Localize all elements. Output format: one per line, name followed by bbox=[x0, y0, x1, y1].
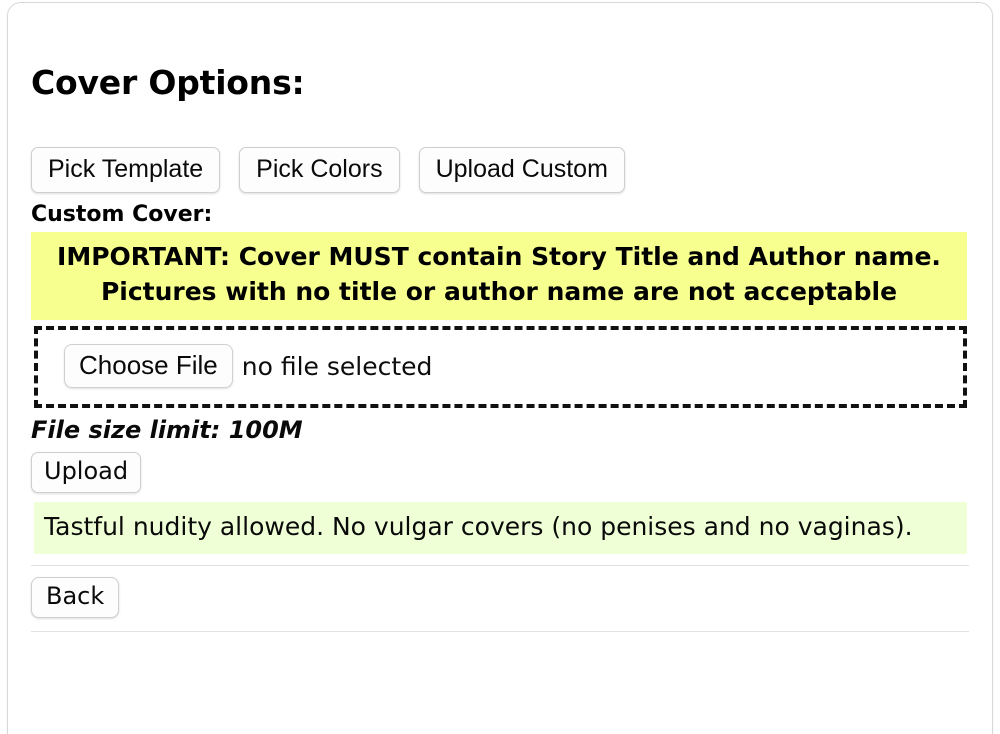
back-action-row: Back bbox=[22, 566, 978, 618]
back-button[interactable]: Back bbox=[31, 577, 120, 618]
file-size-limit-text: File size limit: 100M bbox=[31, 415, 303, 444]
page-title: Cover Options: bbox=[31, 63, 305, 102]
content-policy-notice: Tastful nudity allowed. No vulgar covers… bbox=[34, 502, 967, 555]
pick-template-button[interactable]: Pick Template bbox=[31, 147, 221, 194]
card-content: Cover Options: Pick Template Pick Colors… bbox=[8, 3, 992, 632]
selected-file-status: no file selected bbox=[241, 351, 433, 381]
upload-button[interactable]: Upload bbox=[31, 452, 142, 494]
cover-options-card: Cover Options: Pick Template Pick Colors… bbox=[7, 2, 993, 734]
custom-cover-section-label: Custom Cover: bbox=[31, 202, 213, 228]
upload-action-row: Upload bbox=[22, 444, 978, 494]
upload-custom-button[interactable]: Upload Custom bbox=[418, 147, 625, 194]
cover-option-tabs: Pick Template Pick Colors Upload Custom bbox=[22, 101, 978, 194]
page-root: Cover Options: Pick Template Pick Colors… bbox=[0, 0, 1000, 734]
file-upload-dropzone[interactable]: Choose File no file selected bbox=[34, 325, 967, 408]
cover-requirement-warning: IMPORTANT: Cover MUST contain Story Titl… bbox=[31, 231, 967, 320]
divider-below-back bbox=[31, 630, 969, 632]
choose-file-button[interactable]: Choose File bbox=[64, 343, 233, 389]
pick-colors-button[interactable]: Pick Colors bbox=[239, 147, 400, 194]
